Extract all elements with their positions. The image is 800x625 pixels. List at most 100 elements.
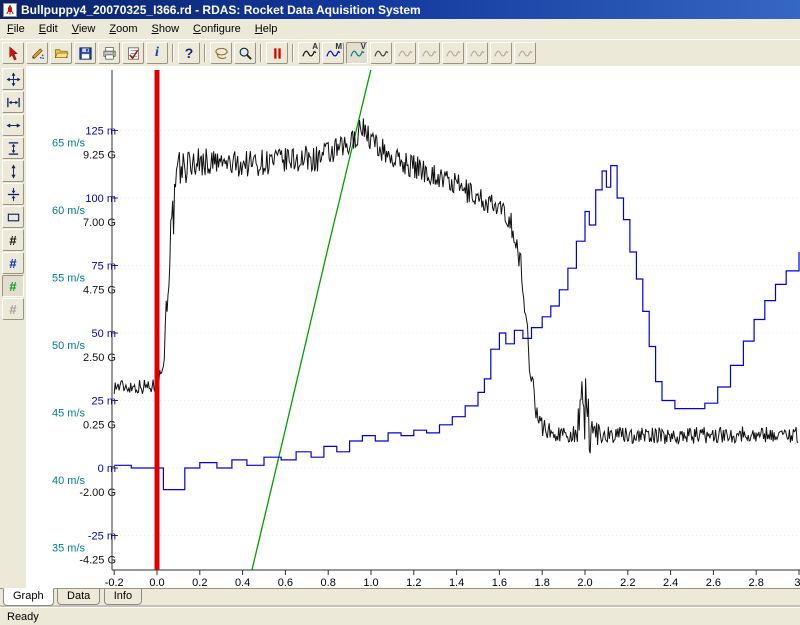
scroll-vertical-icon: [6, 164, 21, 179]
x-axis-label: 1.6: [492, 577, 507, 588]
open-file-button[interactable]: [50, 42, 72, 64]
x-axis-label: 1.2: [406, 577, 421, 588]
acceleration-graph-button[interactable]: A: [298, 42, 320, 64]
compress-vertical-button[interactable]: [2, 183, 24, 205]
app-window: Bullpuppy4_20070325_I366.rd - RDAS: Rock…: [0, 0, 800, 625]
fit-horizontal-icon: [6, 95, 21, 110]
menu-file[interactable]: File: [0, 20, 32, 38]
fit-horizontal-button[interactable]: [2, 91, 24, 113]
grid-icon: #: [9, 257, 16, 270]
pen-tool-button[interactable]: [26, 42, 48, 64]
waveform-icon: [518, 46, 533, 61]
acceleration-axis-label: 9.25 G: [83, 150, 116, 162]
x-axis-label: 2.2: [620, 577, 635, 588]
grid-off-button[interactable]: #: [2, 298, 24, 320]
zoom-region-button[interactable]: [2, 206, 24, 228]
velocity-axis-label: 45 m/s: [52, 408, 86, 420]
app-rocket-icon: [3, 3, 17, 17]
zoom-tool-button[interactable]: [234, 42, 256, 64]
info-button[interactable]: i: [146, 42, 168, 64]
wave-button-6[interactable]: [418, 42, 440, 64]
acceleration-axis-label: 2.50 G: [83, 352, 116, 364]
x-axis-label: 2.6: [706, 577, 721, 588]
wave-button-7[interactable]: [442, 42, 464, 64]
waveform-icon: [494, 46, 509, 61]
grid-velocity-button[interactable]: #: [2, 275, 24, 297]
menubar: File Edit View Zoom Show Configure Help: [0, 19, 800, 40]
x-axis-label: 2.0: [577, 577, 592, 588]
x-axis-label: -0.2: [105, 577, 124, 588]
acceleration-axis-label: -2.00 G: [79, 487, 116, 499]
velocity-axis-label: 60 m/s: [52, 205, 86, 217]
menu-view[interactable]: View: [65, 20, 103, 38]
acceleration-axis-label: -4.25 G: [79, 555, 116, 567]
save-floppy-icon: [78, 46, 93, 61]
grid-acceleration-button[interactable]: #: [2, 229, 24, 251]
pen-tool-icon: [30, 46, 45, 61]
x-axis-label: 0.6: [278, 577, 293, 588]
x-axis-label: 1.8: [535, 577, 550, 588]
velocity-axis-label: 55 m/s: [52, 273, 86, 285]
waveform-icon: [446, 46, 461, 61]
menu-configure[interactable]: Configure: [186, 20, 248, 38]
grid-icon: #: [9, 303, 16, 316]
tab-graph[interactable]: Graph: [3, 588, 54, 606]
grid-altitude-button[interactable]: #: [2, 252, 24, 274]
x-axis-label: 2.8: [749, 577, 764, 588]
zoom-reset-button[interactable]: [2, 68, 24, 90]
velocity-graph-button[interactable]: V: [346, 42, 368, 64]
lasso-icon: [214, 46, 229, 61]
help-button[interactable]: ?: [178, 42, 200, 64]
toolbar-separator: [292, 44, 294, 62]
menu-help[interactable]: Help: [248, 20, 285, 38]
acceleration-trace: [114, 118, 798, 453]
grid-button-group: # # # #: [2, 229, 24, 321]
open-folder-icon: [54, 46, 69, 61]
event-markers-icon: [270, 46, 285, 61]
wave-button-9[interactable]: [490, 42, 512, 64]
acceleration-axis-label: 0.25 G: [83, 420, 116, 432]
print-button[interactable]: [98, 42, 120, 64]
waveform-icon: [470, 46, 485, 61]
wave-button-8[interactable]: [466, 42, 488, 64]
x-axis-label: 2.4: [663, 577, 678, 588]
grid-icon: #: [9, 234, 16, 247]
menu-zoom[interactable]: Zoom: [102, 20, 144, 38]
toolbar-separator: [260, 44, 262, 62]
menu-show[interactable]: Show: [145, 20, 187, 38]
acceleration-axis-label: 4.75 G: [83, 285, 116, 297]
menu-edit[interactable]: Edit: [32, 20, 65, 38]
tab-info[interactable]: Info: [104, 589, 142, 605]
x-axis-label: 0.0: [149, 577, 164, 588]
velocity-axis-label: 40 m/s: [52, 475, 86, 487]
save-file-button[interactable]: [74, 42, 96, 64]
graph-canvas[interactable]: 125 m65 m/s9.25 G100 m60 m/s7.00 G75 m55…: [26, 66, 800, 588]
verify-data-button[interactable]: [122, 42, 144, 64]
tab-data[interactable]: Data: [57, 589, 100, 605]
scroll-horizontal-button[interactable]: [2, 114, 24, 136]
waveform-icon: [374, 46, 389, 61]
chart-area: 125 m65 m/s9.25 G100 m60 m/s7.00 G75 m55…: [26, 66, 800, 588]
window-title: Bullpuppy4_20070325_I366.rd - RDAS: Rock…: [21, 3, 421, 17]
velocity-axis-label: 35 m/s: [52, 543, 86, 555]
x-axis-label: 0.2: [192, 577, 207, 588]
waveform-icon: [422, 46, 437, 61]
titlebar[interactable]: Bullpuppy4_20070325_I366.rd - RDAS: Rock…: [0, 0, 800, 19]
zoom-reset-icon: [6, 72, 21, 87]
x-axis-label: 1.0: [363, 577, 378, 588]
x-axis-label: 0.8: [321, 577, 336, 588]
lasso-select-button[interactable]: [210, 42, 232, 64]
velocity-trace: [247, 66, 375, 588]
fit-vertical-button[interactable]: [2, 137, 24, 159]
status-text: Ready: [7, 611, 39, 623]
wave-button-5[interactable]: [394, 42, 416, 64]
toolbar: i ? AMV: [0, 40, 800, 66]
zoom-region-icon: [6, 210, 21, 225]
statusbar: Ready: [0, 607, 800, 625]
altitude-graph-button[interactable]: M: [322, 42, 344, 64]
event-markers-button[interactable]: [266, 42, 288, 64]
scroll-vertical-button[interactable]: [2, 160, 24, 182]
pointer-tool-button[interactable]: [2, 42, 24, 64]
wave-button-10[interactable]: [514, 42, 536, 64]
wave-button-4[interactable]: [370, 42, 392, 64]
